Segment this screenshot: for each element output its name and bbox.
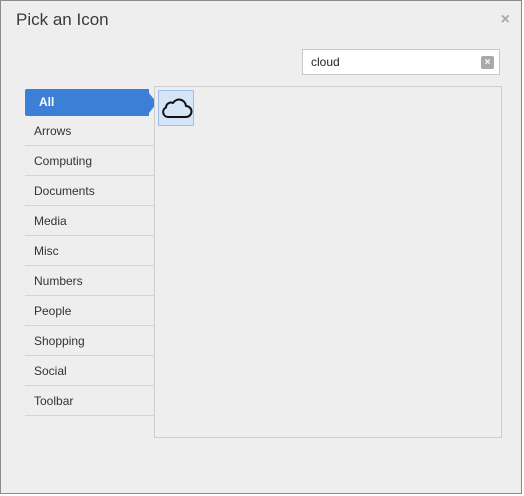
dialog-title: Pick an Icon	[16, 10, 109, 29]
category-item-people[interactable]: People	[25, 296, 154, 326]
category-item-numbers[interactable]: Numbers	[25, 266, 154, 296]
category-item-shopping[interactable]: Shopping	[25, 326, 154, 356]
category-item-toolbar[interactable]: Toolbar	[25, 386, 154, 416]
cloud-icon	[162, 98, 193, 118]
category-list: All Arrows Computing Documents Media Mis…	[25, 86, 157, 416]
category-item-media[interactable]: Media	[25, 206, 154, 236]
search-input[interactable]	[303, 50, 487, 74]
category-item-computing[interactable]: Computing	[25, 146, 154, 176]
icon-results-panel	[154, 86, 502, 438]
category-item-misc[interactable]: Misc	[25, 236, 154, 266]
close-icon[interactable]: ×	[501, 10, 510, 30]
icon-picker-dialog: Pick an Icon × × All Arrows Computing Do…	[0, 0, 522, 494]
clear-search-icon[interactable]: ×	[481, 56, 494, 69]
category-item-arrows[interactable]: Arrows	[25, 116, 154, 146]
category-item-all[interactable]: All	[25, 89, 157, 116]
search-box: ×	[302, 49, 500, 75]
category-item-social[interactable]: Social	[25, 356, 154, 386]
icon-result-tile[interactable]	[158, 90, 194, 126]
category-item-documents[interactable]: Documents	[25, 176, 154, 206]
